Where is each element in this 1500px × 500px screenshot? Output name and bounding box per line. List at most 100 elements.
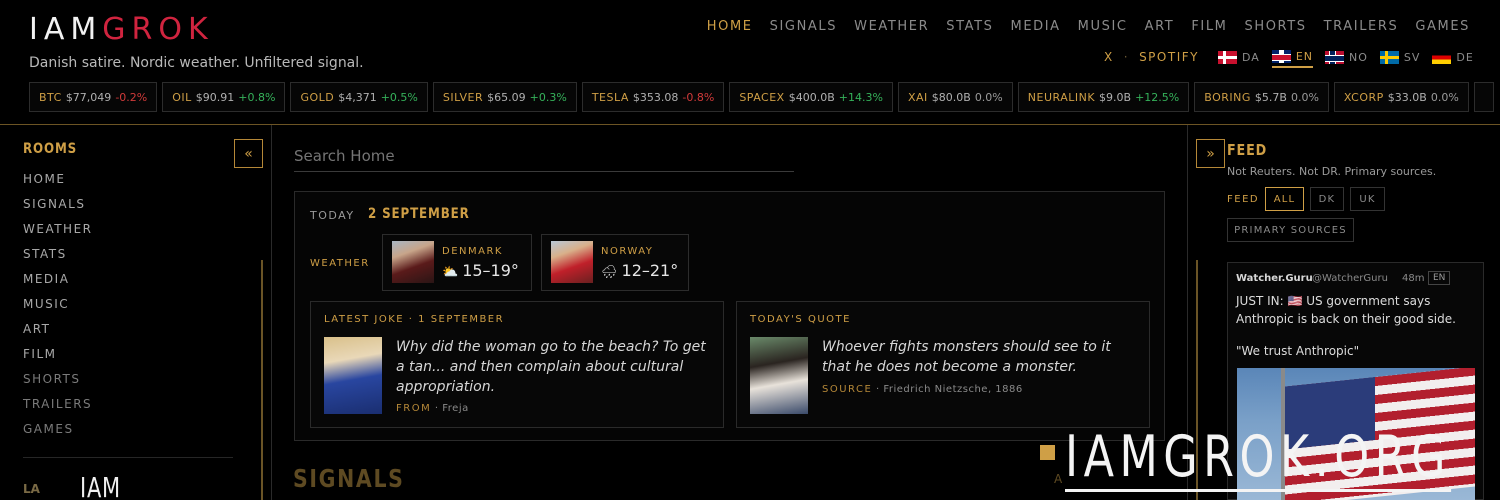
ticker-xai[interactable]: XAI $80.0B 0.0% [897,82,1013,112]
nav-item-art[interactable]: ART [1145,19,1175,34]
expand-feed-button[interactable]: » [1196,139,1225,168]
post-author: Watcher.Guru [1236,273,1313,284]
x-link[interactable]: X [1104,50,1114,64]
ticker-boring[interactable]: BORING $5.7B 0.0% [1194,82,1329,112]
ticker-change: +0.8% [238,90,276,104]
lang-label: NO [1349,50,1368,64]
lang-label: SV [1403,50,1421,64]
weather-photo [551,241,593,283]
room-trailers[interactable]: TRAILERS [23,397,93,422]
ticker-change: 0.0% [974,90,1003,104]
sidebar-scrollbar[interactable] [261,260,263,500]
quote-card[interactable]: TODAY'S QUOTE Whoever fights monsters sh… [736,301,1150,428]
source-value: Friedrich Nietzsche, 1886 [883,384,1023,395]
ticker-overflow [1473,82,1494,112]
nav-item-home[interactable]: HOME [707,19,753,34]
rooms-list: HOME SIGNALS WEATHER STATS MEDIA MUSIC A… [23,172,93,447]
tagline: Danish satire. Nordic weather. Unfiltere… [29,55,364,71]
ticker-symbol: SILVER [442,90,484,104]
ticker-bar: BTC $77,049 -0.2% OIL $90.91 +0.8% GOLD $4,371 +… [29,82,1500,112]
feed-filter-label: FEED [1227,194,1260,205]
nav-item-trailers[interactable]: TRAILERS [1324,19,1399,34]
watermark-text: IAMGROK.ORG [1065,424,1451,492]
room-film[interactable]: FILM [23,347,93,372]
logo-part-iam: IAM [29,12,103,47]
nav-item-music[interactable]: MUSIC [1078,19,1128,34]
filter-dk-button[interactable]: DK [1310,187,1344,211]
weather-card-norway[interactable]: NORWAY 🌧 12–21° [541,234,689,291]
ticker-oil[interactable]: OIL $90.91 +0.8% [162,82,286,112]
room-media[interactable]: MEDIA [23,272,93,297]
rooms-title: ROOMS [23,141,78,157]
lang-de[interactable]: DE [1432,48,1473,68]
ticker-price: $5.7B [1254,90,1287,104]
ticker-silver[interactable]: SILVER $65.09 +0.3% [432,82,577,112]
room-weather[interactable]: WEATHER [23,222,93,247]
room-games[interactable]: GAMES [23,422,93,447]
quote-meta: SOURCE · Friedrich Nietzsche, 1886 [822,384,1023,395]
lang-en[interactable]: EN [1271,48,1313,68]
ticker-btc[interactable]: BTC $77,049 -0.2% [29,82,158,112]
ticker-price: $33.0B [1387,90,1427,104]
ticker-spacex[interactable]: SPACEX $400.0B +14.3% [729,82,893,112]
weather-temp: 🌧 12–21° [601,261,678,280]
nav-item-games[interactable]: GAMES [1415,19,1470,34]
nav-item-signals[interactable]: SIGNALS [770,19,837,34]
watermark: IAMGROK.ORG [1040,427,1500,492]
from-value: Freja [442,403,469,414]
today-date: 2 SEPTEMBER [368,206,470,222]
ticker-symbol: BORING [1204,90,1251,104]
feed-subtitle: Not Reuters. Not DR. Primary sources. [1227,165,1437,178]
collapse-sidebar-button[interactable]: « [234,139,263,168]
weather-country: DENMARK [442,246,503,257]
primary-sources-button[interactable]: PRIMARY SOURCES [1227,218,1354,242]
watermark-square [1040,445,1055,460]
flag-uk-icon [1271,49,1291,63]
left-sidebar: ROOMS « HOME SIGNALS WEATHER STATS MEDIA… [0,125,272,500]
nav-item-film[interactable]: FILM [1191,19,1227,34]
ticker-tesla[interactable]: TESLA $353.08 -0.8% [581,82,725,112]
room-music[interactable]: MUSIC [23,297,93,322]
sidebar-section-label: LA [23,482,40,496]
nav-item-shorts[interactable]: SHORTS [1244,19,1306,34]
ticker-price: $4,371 [338,90,377,104]
main-nav: HOME SIGNALS WEATHER STATS MEDIA MUSIC A… [707,19,1470,34]
joke-label: LATEST JOKE · 1 SEPTEMBER [324,314,505,325]
room-home[interactable]: HOME [23,172,93,197]
room-shorts[interactable]: SHORTS [23,372,93,397]
nav-item-stats[interactable]: STATS [946,19,993,34]
lang-label: DE [1456,50,1474,64]
lang-da[interactable]: DA [1218,48,1260,68]
flag-denmark-icon [1218,50,1237,64]
room-signals[interactable]: SIGNALS [23,197,93,222]
ticker-gold[interactable]: GOLD $4,371 +0.5% [290,82,428,112]
lang-sv[interactable]: SV [1379,48,1421,68]
ticker-neuralink[interactable]: NEURALINK $9.0B +12.5% [1017,82,1190,112]
ticker-xcorp[interactable]: XCORP $33.0B 0.0% [1333,82,1469,112]
spotify-link[interactable]: SPOTIFY [1139,50,1199,64]
ticker-change: +14.3% [838,90,883,104]
ticker-price: $353.08 [632,90,679,104]
search-input[interactable] [294,141,794,172]
nav-item-media[interactable]: MEDIA [1011,19,1061,34]
ticker-change: -0.8% [682,90,715,104]
weather-country: NORWAY [601,246,654,257]
filter-uk-button[interactable]: UK [1350,187,1385,211]
ticker-price: $65.09 [487,90,526,104]
lang-no[interactable]: NO [1325,48,1368,68]
filter-all-button[interactable]: ALL [1265,187,1304,211]
post-body: JUST IN: 🇺🇸 US government says Anthropic… [1236,294,1456,326]
weather-card-denmark[interactable]: DENMARK ⛅ 15–19° [382,234,532,291]
separator-dot: · [1123,50,1130,64]
room-art[interactable]: ART [23,322,93,347]
nav-item-weather[interactable]: WEATHER [854,19,929,34]
ticker-symbol: TESLA [591,90,629,104]
post-age: 48m [1402,273,1425,284]
joke-card[interactable]: LATEST JOKE · 1 SEPTEMBER Why did the wo… [310,301,724,428]
today-card: TODAY 2 SEPTEMBER WEATHER DENMARK ⛅ 15–19… [294,191,1165,441]
room-stats[interactable]: STATS [23,247,93,272]
ticker-price: $9.0B [1099,90,1132,104]
site-logo[interactable]: IAMGROK [29,12,214,47]
today-label: TODAY [310,209,355,222]
ticker-price: $400.0B [788,90,835,104]
